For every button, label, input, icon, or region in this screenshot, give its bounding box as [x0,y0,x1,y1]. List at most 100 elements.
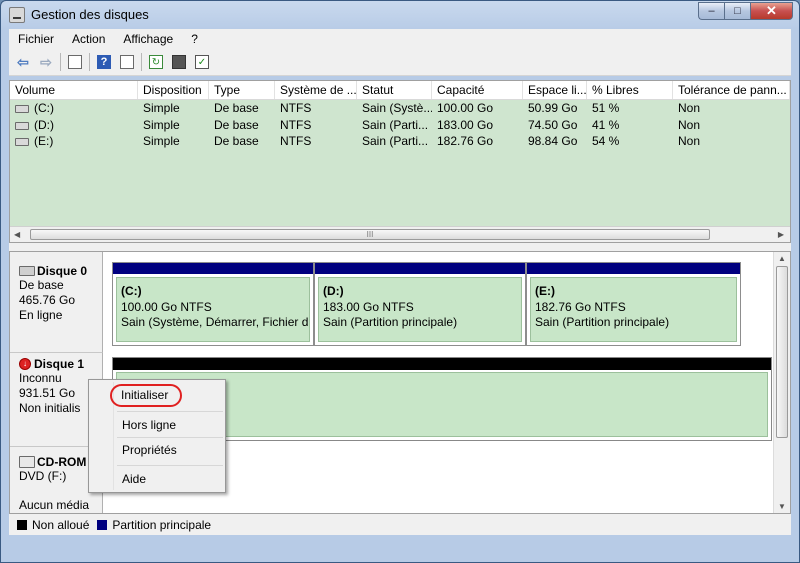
cell-disposition: Simple [143,134,180,148]
scroll-up-icon[interactable]: ▲ [778,254,786,263]
partition-name: (E:) [535,284,555,298]
cell-percent-free: 54 % [592,134,620,148]
cell-fault-tolerance: Non [678,118,701,132]
close-button[interactable]: ✕ [750,2,793,20]
cell-fault-tolerance: Non [678,101,701,115]
cell-type: De base [214,134,259,148]
menu-help[interactable]: ? [182,32,207,46]
toolbar-separator [89,53,90,71]
scroll-right-icon[interactable]: ▶ [778,230,784,239]
cell-capacity: 183.00 Go [437,118,494,132]
partition-body: (C:) 100.00 Go NTFS Sain (Système, Démar… [116,277,310,342]
cdrom-status: Aucun média [19,498,90,512]
partition-status: Sain (Système, Démarrer, Fichier d'éc [121,315,309,329]
cell-free-space: 74.50 Go [528,118,578,132]
disk0-label[interactable]: Disque 0 De base 465.76 Go En ligne [10,252,103,352]
minimize-button[interactable]: – [698,2,724,20]
cell-filesystem: NTFS [280,118,312,132]
menu-separator [117,465,223,466]
help-icon[interactable]: ? [95,53,113,71]
partition-e[interactable]: (E:) 182.76 Go NTFS Sain (Partition prin… [526,262,741,346]
table-row[interactable]: (E:) Simple De base NTFS Sain (Parti... … [10,133,790,149]
toolbar-separator [141,53,142,71]
partition-c[interactable]: (C:) 100.00 Go NTFS Sain (Système, Démar… [112,262,314,346]
back-arrow-icon[interactable]: ⇦ [14,53,32,71]
cell-disposition: Simple [143,118,180,132]
column-header-capacity[interactable]: Capacité [432,81,523,99]
forward-arrow-icon[interactable]: ⇨ [37,53,55,71]
cell-volume: (D:) [10,117,138,133]
disk0-type: De base [19,278,64,292]
menu-item-properties[interactable]: Propriétés [122,442,177,458]
cell-volume: (C:) [10,100,138,116]
cell-status: Sain (Parti... [362,134,429,148]
table-row[interactable]: (C:) Simple De base NTFS Sain (Systè... … [10,100,790,116]
cell-type: De base [214,118,259,132]
title-bar[interactable]: Gestion des disques – □ ✕ [1,1,799,29]
scrollbar-thumb[interactable] [776,266,788,438]
column-header-disposition[interactable]: Disposition [138,81,209,99]
pane-splitter[interactable] [9,243,791,251]
disk-icon [19,266,35,276]
primary-partition-bar [113,263,313,274]
cdrom-name: CD-ROM [37,455,87,469]
partition-size: 100.00 Go NTFS [121,299,212,314]
cell-percent-free: 41 % [592,118,620,132]
refresh-icon[interactable]: ↻ [147,53,165,71]
column-header-free-space[interactable]: Espace li... [523,81,587,99]
window-title: Gestion des disques [31,7,149,22]
status-bar [1,537,799,562]
partition-d[interactable]: (D:) 183.00 Go NTFS Sain (Partition prin… [314,262,526,346]
error-icon: ↓ [19,358,31,370]
menu-separator [117,437,223,438]
partition-body: (D:) 183.00 Go NTFS Sain (Partition prin… [318,277,522,342]
properties-icon[interactable] [118,53,136,71]
volume-icon [15,137,29,146]
column-header-fault-tolerance[interactable]: Tolérance de pann... [673,81,790,99]
disk1-name: Disque 1 [34,357,85,371]
column-header-filesystem[interactable]: Système de ... [275,81,357,99]
scroll-down-icon[interactable]: ▼ [778,502,786,511]
menu-affichage[interactable]: Affichage [114,32,182,46]
cdrom-icon [19,456,35,468]
scrollbar-thumb[interactable]: III [30,229,710,240]
checklist-icon[interactable]: ✓ [193,53,211,71]
cell-free-space: 98.84 Go [528,134,578,148]
disk0-status: En ligne [19,308,63,322]
primary-partition-bar [527,263,740,274]
column-header-type[interactable]: Type [209,81,275,99]
partition-name: (D:) [323,284,344,298]
cell-free-space: 50.99 Go [528,101,578,115]
volume-list-header: Volume Disposition Type Système de ... S… [10,81,790,100]
menu-action[interactable]: Action [63,32,114,46]
menu-fichier[interactable]: Fichier [9,32,63,46]
column-header-percent-free[interactable]: % Libres [587,81,673,99]
volume-name: (D:) [34,118,54,132]
unallocated-bar [113,358,771,370]
menu-item-offline[interactable]: Hors ligne [122,417,176,433]
column-header-status[interactable]: Statut [357,81,432,99]
menu-item-help[interactable]: Aide [122,471,146,487]
table-row[interactable]: (D:) Simple De base NTFS Sain (Parti... … [10,117,790,133]
vertical-scrollbar[interactable]: ▲ ▼ [773,252,790,513]
toolbar: ⇦ ⇨ ? ↻ ✓ [9,49,791,76]
horizontal-scrollbar[interactable]: ◀ III ▶ [10,226,790,242]
cell-disposition: Simple [143,101,180,115]
volume-name: (C:) [34,101,54,115]
scroll-left-icon[interactable]: ◀ [14,230,20,239]
disk-management-app-icon [9,7,25,23]
export-icon[interactable] [170,53,188,71]
unallocated-swatch [17,519,27,530]
column-header-volume[interactable]: Volume [10,81,138,99]
legend-unallocated: Non alloué [32,517,90,532]
console-tree-icon[interactable] [66,53,84,71]
maximize-button[interactable]: □ [724,2,750,20]
window-controls: – □ ✕ [698,2,793,21]
partition-name: (C:) [121,284,142,298]
cell-filesystem: NTFS [280,134,312,148]
cell-filesystem: NTFS [280,101,312,115]
menu-bar: Fichier Action Affichage ? [9,29,791,49]
partition-body: (E:) 182.76 Go NTFS Sain (Partition prin… [530,277,737,342]
cell-type: De base [214,101,259,115]
disk0-size: 465.76 Go [19,293,76,307]
